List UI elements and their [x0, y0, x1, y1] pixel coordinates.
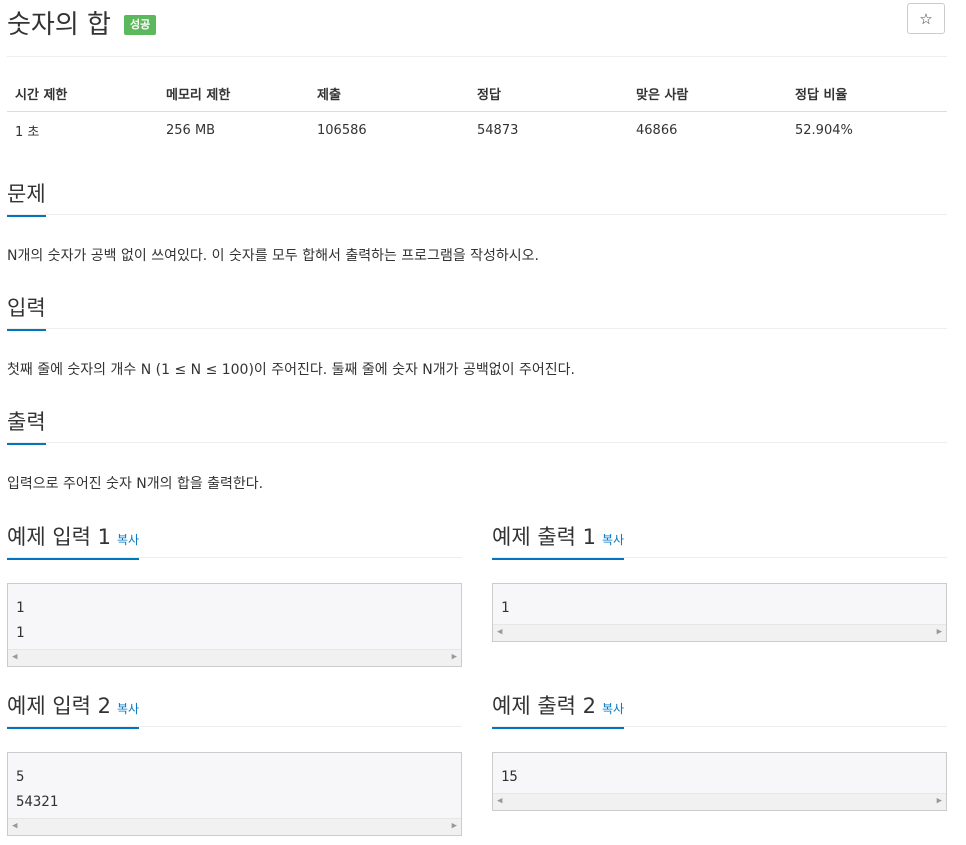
star-icon: ☆ — [919, 9, 933, 28]
info-header-row: 시간 제한 메모리 제한 제출 정답 맞은 사람 정답 비율 — [7, 76, 947, 112]
scroll-left-icon[interactable]: ◀ — [12, 652, 17, 662]
problem-description: N개의 숫자가 공백 없이 쓰여있다. 이 숫자를 모두 합해서 출력하는 프로… — [7, 248, 540, 264]
copy-sample-input-2[interactable]: 복사 — [117, 702, 139, 716]
sample-output-2-heading: 예제 출력 2 복사 — [492, 690, 947, 729]
copy-sample-input-1[interactable]: 복사 — [117, 533, 139, 547]
solvers-header: 맞은 사람 — [628, 76, 787, 112]
output-section-heading: 출력 — [7, 406, 947, 445]
sample-input-1-box[interactable]: 1 1 ◀ ▶ — [7, 583, 462, 667]
info-value-row: 1 초 256 MB 106586 54873 46866 52.904% — [7, 112, 947, 150]
status-badge: 성공 — [124, 15, 157, 35]
output-heading: 출력 — [7, 406, 46, 445]
copy-sample-output-1[interactable]: 복사 — [602, 533, 624, 547]
sample-output-1-text: 1 — [501, 600, 510, 616]
scroll-left-icon[interactable]: ◀ — [12, 821, 17, 831]
problem-header: 숫자의 합 성공 ☆ — [7, 0, 947, 57]
horizontal-scrollbar[interactable]: ◀ ▶ — [8, 818, 461, 835]
sample-input-1-title: 예제 입력 1 복사 — [7, 521, 140, 560]
scroll-right-icon[interactable]: ▶ — [937, 796, 942, 806]
sample-input-2-title: 예제 입력 2 복사 — [7, 690, 140, 729]
sample-input-2-text: 5 54321 — [16, 769, 59, 810]
ratio-header: 정답 비율 — [787, 76, 947, 112]
sample-input-1-text: 1 1 — [16, 600, 25, 641]
horizontal-scrollbar[interactable]: ◀ ▶ — [493, 793, 946, 810]
memory-limit-header: 메모리 제한 — [158, 76, 309, 112]
solvers-value: 46866 — [636, 123, 678, 138]
time-limit-header: 시간 제한 — [7, 76, 158, 112]
scroll-right-icon[interactable]: ▶ — [452, 652, 457, 662]
sample-output-2-box[interactable]: 15 ◀ ▶ — [492, 752, 947, 811]
sample-output-1-box[interactable]: 1 ◀ ▶ — [492, 583, 947, 642]
sample-input-1-heading: 예제 입력 1 복사 — [7, 521, 462, 560]
scroll-right-icon[interactable]: ▶ — [452, 821, 457, 831]
scroll-left-icon[interactable]: ◀ — [497, 627, 502, 637]
copy-sample-output-2[interactable]: 복사 — [602, 702, 624, 716]
sample-output-1-title: 예제 출력 1 복사 — [492, 521, 625, 560]
input-description: 첫째 줄에 숫자의 개수 N (1 ≤ N ≤ 100)이 주어진다. 둘째 줄… — [7, 362, 575, 378]
horizontal-scrollbar[interactable]: ◀ ▶ — [8, 649, 461, 666]
input-heading: 입력 — [7, 292, 46, 331]
output-description: 입력으로 주어진 숫자 N개의 합을 출력한다. — [7, 476, 264, 492]
sample-output-2-text: 15 — [501, 769, 518, 785]
star-button[interactable]: ☆ — [907, 3, 945, 34]
memory-limit-value: 256 MB — [166, 123, 216, 138]
horizontal-scrollbar[interactable]: ◀ ▶ — [493, 624, 946, 641]
accepted-header: 정답 — [469, 76, 628, 112]
sample-output-1-heading: 예제 출력 1 복사 — [492, 521, 947, 560]
page-title: 숫자의 합 — [7, 10, 111, 40]
ratio-value: 52.904% — [795, 123, 853, 138]
submissions-value: 106586 — [317, 123, 367, 138]
accepted-value: 54873 — [477, 123, 519, 138]
sample-input-2-heading: 예제 입력 2 복사 — [7, 690, 462, 729]
input-section-heading: 입력 — [7, 292, 947, 331]
time-limit-value: 1 초 — [15, 125, 40, 140]
problem-section-heading: 문제 — [7, 178, 947, 217]
problem-heading: 문제 — [7, 178, 46, 217]
problem-info-table: 시간 제한 메모리 제한 제출 정답 맞은 사람 정답 비율 1 초 256 M… — [7, 76, 947, 149]
sample-input-2-box[interactable]: 5 54321 ◀ ▶ — [7, 752, 462, 836]
sample-output-2-title: 예제 출력 2 복사 — [492, 690, 625, 729]
scroll-left-icon[interactable]: ◀ — [497, 796, 502, 806]
submissions-header: 제출 — [309, 76, 469, 112]
scroll-right-icon[interactable]: ▶ — [937, 627, 942, 637]
